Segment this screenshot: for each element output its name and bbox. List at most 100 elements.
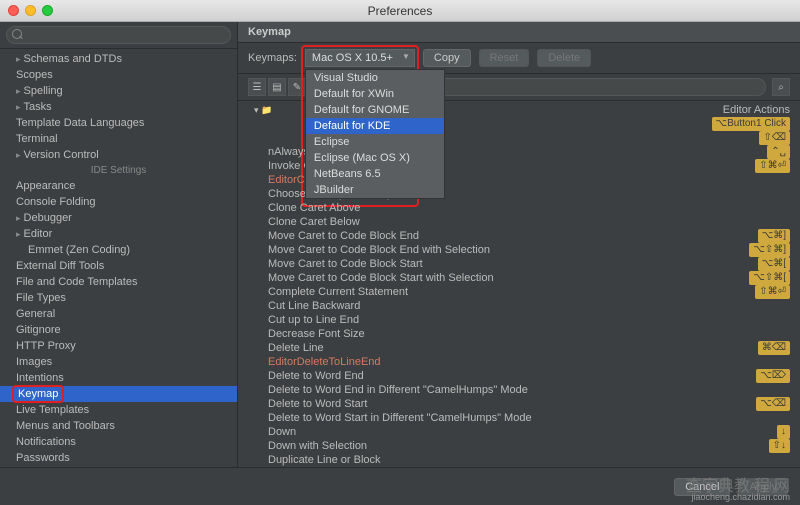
action-name: Clone Caret Above: [268, 201, 360, 215]
tree-item-console-folding[interactable]: Console Folding: [0, 194, 237, 210]
action-row[interactable]: Clone Caret Below: [238, 215, 800, 229]
action-row[interactable]: Decrease Font Size: [238, 327, 800, 341]
tree-item-template-data-languages[interactable]: Template Data Languages: [0, 115, 237, 131]
settings-tree[interactable]: Schemas and DTDsScopesSpellingTasksTempl…: [0, 49, 237, 467]
tree-item-file-types[interactable]: File Types: [0, 290, 237, 306]
shortcut-badge: ⌥⌘]: [758, 229, 790, 243]
copy-button[interactable]: Copy: [423, 49, 471, 67]
sidebar: Schemas and DTDsScopesSpellingTasksTempl…: [0, 22, 238, 467]
find-shortcut-icon[interactable]: ⌕: [772, 78, 790, 96]
tree-item-menus-and-toolbars[interactable]: Menus and Toolbars: [0, 418, 237, 434]
tree-item-external-diff-tools[interactable]: External Diff Tools: [0, 258, 237, 274]
tree-item-spelling[interactable]: Spelling: [0, 83, 237, 99]
shortcut-badge: ⌥⇧⌘]: [749, 243, 790, 257]
tree-item-emmet-zen-coding-[interactable]: Emmet (Zen Coding): [0, 242, 237, 258]
filter-icons: ☰ ▤ ✎: [248, 78, 306, 96]
tree-item-scopes[interactable]: Scopes: [0, 67, 237, 83]
edit-shortcut-icon[interactable]: ✎: [288, 78, 306, 96]
reset-button: Reset: [479, 49, 530, 67]
tree-item-general[interactable]: General: [0, 306, 237, 322]
action-row[interactable]: Complete Current Statement ⇧⌘⏎: [238, 285, 800, 299]
tree-item-images[interactable]: Images: [0, 354, 237, 370]
keymap-toolbar: Keymaps: Mac OS X 10.5+ Visual StudioDef…: [238, 43, 800, 74]
titlebar: Preferences: [0, 0, 800, 22]
tree-item-keymap[interactable]: Keymap: [0, 386, 237, 402]
shortcut-badge: ⌃␣: [767, 145, 790, 159]
tree-item-appearance[interactable]: Appearance: [0, 178, 237, 194]
action-name: Decrease Font Size: [268, 327, 365, 341]
action-row[interactable]: Move Caret to Code Block Start with Sele…: [238, 271, 800, 285]
shortcut-badge: ⇧⌫: [759, 131, 790, 145]
shortcut-badge: ⇧⌘⏎: [755, 285, 790, 299]
keymaps-label: Keymaps:: [248, 52, 297, 64]
sidebar-search-input[interactable]: [6, 26, 231, 44]
action-row[interactable]: Down↓: [238, 425, 800, 439]
action-row[interactable]: Delete to Word Start in Different "Camel…: [238, 411, 800, 425]
footer: Cancel Apply 查字典教 程 网 jiaocheng.chazidia…: [0, 467, 800, 505]
tree-item-notifications[interactable]: Notifications: [0, 434, 237, 450]
dropdown-item[interactable]: Visual Studio: [306, 70, 444, 86]
shortcut-badge: ⇧⌘⏎: [755, 159, 790, 173]
action-name: nAlways: [268, 145, 309, 159]
dropdown-item[interactable]: Default for XWin: [306, 86, 444, 102]
shortcut-badge: ↓: [777, 425, 790, 439]
dropdown-item[interactable]: Default for KDE: [306, 118, 444, 134]
keymap-dropdown[interactable]: Visual StudioDefault for XWinDefault for…: [305, 69, 445, 199]
action-row[interactable]: Clone Caret Above: [238, 201, 800, 215]
tree-item-live-templates[interactable]: Live Templates: [0, 402, 237, 418]
delete-button: Delete: [537, 49, 591, 67]
sidebar-search-row: [0, 22, 237, 49]
tree-header: IDE Settings: [0, 163, 237, 178]
action-row[interactable]: Move Caret to Code Block End⌥⌘]: [238, 229, 800, 243]
shortcut-badge: ⌥⇧⌘[: [749, 271, 790, 285]
tree-item-schemas-and-dtds[interactable]: Schemas and DTDs: [0, 51, 237, 67]
tree-item-version-control[interactable]: Version Control: [0, 147, 237, 163]
action-row[interactable]: Delete to Word End in Different "CamelHu…: [238, 383, 800, 397]
action-name: Delete to Word Start: [268, 397, 367, 411]
watermark: 查字典教 程 网 jiaocheng.chazidian.com: [686, 481, 790, 503]
tree-item-tasks[interactable]: Tasks: [0, 99, 237, 115]
tree-item-intentions[interactable]: Intentions: [0, 370, 237, 386]
shortcut-badge: ⇧↓: [769, 439, 790, 453]
action-name: Cut up to Line End: [268, 313, 359, 327]
tree-item-terminal[interactable]: Terminal: [0, 131, 237, 147]
dropdown-item[interactable]: NetBeans 6.5: [306, 166, 444, 182]
action-row[interactable]: Cut Line Backward: [238, 299, 800, 313]
action-search-input[interactable]: [392, 78, 766, 96]
action-name: Move Caret to Code Block Start with Sele…: [268, 271, 494, 285]
dropdown-item[interactable]: Eclipse (Mac OS X): [306, 150, 444, 166]
action-name: Complete Current Statement: [268, 285, 408, 299]
collapse-icon[interactable]: ▤: [268, 78, 286, 96]
watermark-big: 查字典教 程 网: [686, 481, 790, 492]
shortcut-badge: ⌥Button1 Click: [712, 117, 790, 131]
action-row[interactable]: Duplicate Line or Block: [238, 453, 800, 467]
tree-item-file-and-code-templates[interactable]: File and Code Templates: [0, 274, 237, 290]
action-row[interactable]: Down with Selection ⇧↓: [238, 439, 800, 453]
tree-item-editor[interactable]: Editor: [0, 226, 237, 242]
tree-item-http-proxy[interactable]: HTTP Proxy: [0, 338, 237, 354]
action-name: Delete to Word End in Different "CamelHu…: [268, 383, 528, 397]
expand-icon[interactable]: ☰: [248, 78, 266, 96]
dropdown-item[interactable]: Default for GNOME: [306, 102, 444, 118]
dropdown-item[interactable]: JBuilder: [306, 182, 444, 198]
shortcut-badge: ⌥⌘[: [758, 257, 790, 271]
shortcut-badge: ⌥⌦: [756, 369, 790, 383]
tree-item-debugger[interactable]: Debugger: [0, 210, 237, 226]
keymap-select[interactable]: Mac OS X 10.5+: [305, 49, 415, 67]
action-name: Duplicate Line or Block: [268, 453, 381, 467]
window-title: Preferences: [0, 4, 800, 18]
action-row[interactable]: Delete to Word Start⌥⌫: [238, 397, 800, 411]
action-name: Delete Line: [268, 341, 324, 355]
action-row[interactable]: Move Caret to Code Block Start⌥⌘[: [238, 257, 800, 271]
action-name: Delete to Word Start in Different "Camel…: [268, 411, 532, 425]
tree-item-passwords[interactable]: Passwords: [0, 450, 237, 466]
dropdown-item[interactable]: Eclipse: [306, 134, 444, 150]
action-row[interactable]: Delete to Word End ⌥⌦: [238, 369, 800, 383]
action-name: Delete to Word End: [268, 369, 364, 383]
action-row[interactable]: Cut up to Line End: [238, 313, 800, 327]
action-row[interactable]: Move Caret to Code Block End with Select…: [238, 243, 800, 257]
action-row[interactable]: Delete Line⌘⌫: [238, 341, 800, 355]
action-name: Down with Selection: [268, 439, 367, 453]
tree-item-gitignore[interactable]: Gitignore: [0, 322, 237, 338]
action-row[interactable]: EditorDeleteToLineEnd: [238, 355, 800, 369]
